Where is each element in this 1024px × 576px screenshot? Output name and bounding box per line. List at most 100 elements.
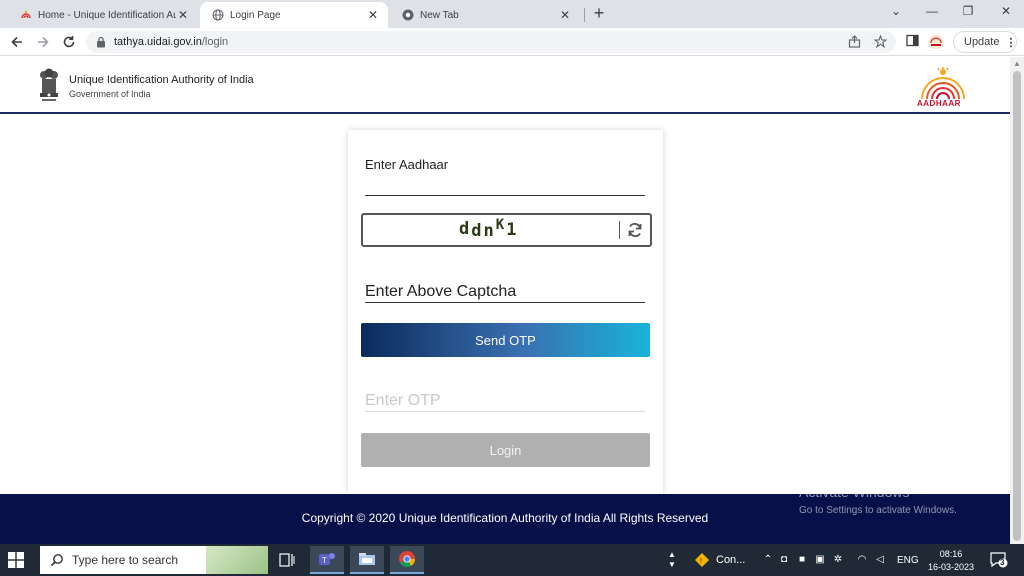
svg-text:!: !	[700, 558, 702, 565]
tab-separator	[584, 8, 585, 22]
tray-screen-icon[interactable]: ▣	[814, 554, 826, 565]
taskbar-file-explorer[interactable]	[350, 546, 384, 574]
notification-button[interactable]: 3	[990, 552, 1008, 568]
tab-label: New Tab	[420, 9, 459, 21]
close-window-button[interactable]: ✕	[996, 4, 1016, 18]
windows-start-icon[interactable]	[8, 552, 24, 568]
tray-expand-icon[interactable]: ⌃	[762, 554, 774, 565]
url-path: /login	[201, 36, 229, 48]
aadhaar-field-label: Enter Aadhaar	[365, 157, 449, 172]
captcha-char: 1	[506, 220, 519, 240]
taskbar-search[interactable]: Type here to search	[40, 546, 268, 574]
browser-tab-strip: Home - Unique Identification Au ✕ Login …	[0, 0, 1024, 28]
org-subtitle: Government of India	[69, 89, 151, 99]
language-indicator[interactable]: ENG	[897, 555, 919, 566]
captcha-char: d	[459, 219, 472, 239]
captcha-char: n	[483, 221, 496, 241]
share-button[interactable]	[847, 35, 861, 49]
activate-windows-title: Activate Windows	[799, 484, 910, 500]
taskbar-search-placeholder: Type here to search	[72, 553, 179, 567]
file-explorer-icon	[359, 553, 375, 565]
tray-camera-icon[interactable]: ◘	[778, 554, 790, 565]
captcha-char: K	[495, 217, 507, 233]
address-bar[interactable]: tathya.uidai.gov.in/login	[86, 31, 896, 53]
aadhaar-input[interactable]	[365, 195, 645, 196]
tray-settings-icon[interactable]: ✲	[832, 554, 844, 565]
captcha-char: d	[471, 221, 484, 241]
clock-date: 16-03-2023	[927, 562, 975, 572]
tab-close-icon[interactable]: ✕	[366, 8, 380, 22]
speaker-muted-icon[interactable]: ◁	[874, 554, 886, 565]
profile-avatar-icon	[928, 34, 944, 50]
wifi-icon[interactable]: ◠	[856, 554, 868, 565]
clock-time: 08:16	[939, 549, 963, 559]
svg-text:T: T	[322, 556, 327, 565]
taskbar-clock[interactable]: 08:16 16-03-2023	[926, 548, 976, 574]
taskbar-chrome[interactable]	[390, 546, 424, 574]
browser-toolbar: tathya.uidai.gov.in/login Update ⋮	[0, 28, 1024, 56]
org-name: Unique Identification Authority of India	[69, 74, 254, 86]
taskbar-scroll-button[interactable]: ▲ ▼	[664, 546, 680, 574]
minimize-button[interactable]: —	[922, 4, 942, 18]
bookmark-button[interactable]	[872, 34, 888, 49]
tab-close-icon[interactable]: ✕	[558, 8, 572, 22]
arrow-left-icon	[11, 36, 22, 48]
side-panel-button[interactable]	[904, 34, 920, 50]
captcha-input[interactable]	[365, 302, 645, 303]
update-button[interactable]: Update ⋮	[953, 31, 1017, 53]
taskbar-conversation-app[interactable]: ! Con...	[690, 546, 760, 574]
captcha-divider	[619, 221, 620, 239]
tab-label: Login Page	[230, 9, 281, 21]
otp-input[interactable]	[365, 411, 645, 412]
taskbar-teams[interactable]: T	[310, 546, 344, 574]
reload-button[interactable]	[60, 33, 78, 51]
profile-button[interactable]	[928, 34, 944, 50]
forward-button[interactable]	[34, 33, 52, 51]
teams-icon: T	[319, 553, 335, 565]
new-tab-button[interactable]: +	[589, 4, 609, 24]
captcha-refresh-icon[interactable]	[626, 221, 644, 239]
search-icon	[50, 554, 63, 567]
task-view-icon	[279, 553, 295, 567]
url-text: tathya.uidai.gov.in/login	[114, 36, 228, 48]
aadhaar-logo-text: AADHAAR	[917, 99, 961, 108]
globe-icon	[212, 9, 224, 21]
tray-video-icon[interactable]: ■	[796, 554, 808, 565]
national-emblem-icon	[40, 68, 58, 101]
aadhaar-favicon-icon	[21, 10, 31, 19]
send-otp-button[interactable]: Send OTP	[361, 323, 650, 357]
arrow-right-icon	[38, 36, 49, 48]
scroll-up-icon[interactable]: ▲	[1013, 59, 1021, 68]
scroll-thumb[interactable]	[1013, 71, 1021, 541]
back-button[interactable]	[8, 33, 26, 51]
lock-icon[interactable]	[96, 36, 106, 48]
reload-icon	[63, 36, 75, 48]
task-view-button[interactable]	[270, 546, 304, 574]
notification-icon	[990, 552, 1008, 568]
tab-login-page[interactable]: Login Page ✕	[200, 2, 388, 28]
login-card: Enter Aadhaar ddnK1 Enter Above Captcha …	[348, 130, 663, 494]
activate-windows-subtitle: Go to Settings to activate Windows.	[799, 505, 957, 516]
tab-label: Home - Unique Identification Au	[38, 9, 176, 21]
tab-new-tab[interactable]: New Tab ✕	[390, 2, 580, 28]
login-button[interactable]: Login	[361, 433, 650, 467]
chrome-icon	[402, 9, 414, 21]
notification-count: 3	[1000, 558, 1005, 567]
search-highlight-image[interactable]	[206, 546, 268, 574]
menu-dots-icon: ⋮	[1005, 36, 1017, 49]
taskbar-scroll-arrows-icon: ▲ ▼	[668, 550, 676, 569]
captcha-box: ddnK1	[361, 213, 652, 247]
update-label: Update	[964, 36, 1000, 48]
tab-search-button[interactable]: ⌄	[886, 4, 906, 18]
chrome-icon	[399, 551, 415, 567]
star-icon	[872, 34, 888, 49]
page-scrollbar[interactable]: ▲	[1010, 57, 1024, 544]
captcha-image-text: ddnK1	[459, 217, 519, 241]
restore-button[interactable]: ❐	[958, 4, 978, 18]
tab-home-uidai[interactable]: Home - Unique Identification Au ✕	[8, 2, 198, 28]
page-footer: Copyright © 2020 Unique Identification A…	[0, 494, 1010, 544]
otp-input-placeholder[interactable]: Enter OTP	[365, 392, 441, 410]
page-header: Unique Identification Authority of India…	[0, 57, 1010, 114]
captcha-input-placeholder[interactable]: Enter Above Captcha	[365, 283, 516, 301]
tab-close-icon[interactable]: ✕	[176, 8, 190, 22]
